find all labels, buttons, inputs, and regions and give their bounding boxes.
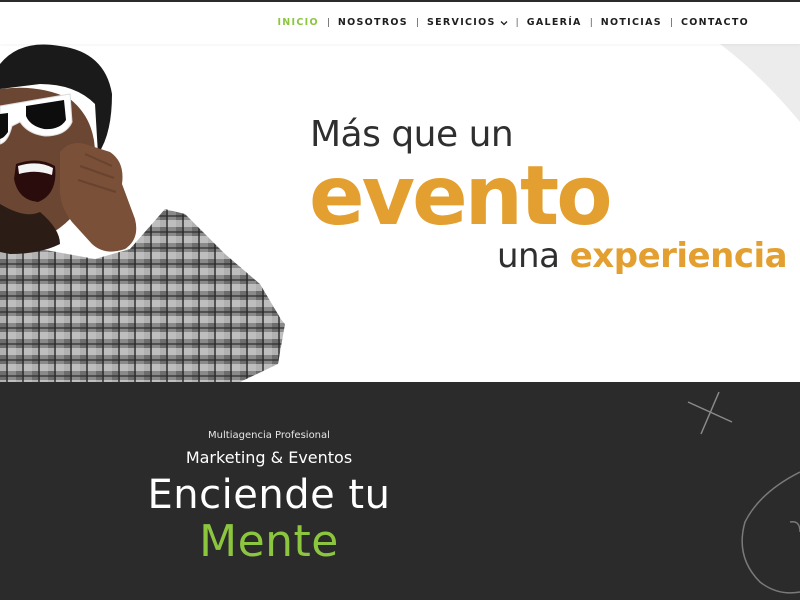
- section-headline-accent: Mente: [199, 516, 339, 567]
- nav-item-noticias[interactable]: NOTICIAS: [601, 17, 662, 28]
- nav-item-contacto[interactable]: CONTACTO: [681, 17, 749, 28]
- hero-tagline-experiencia: experiencia: [569, 236, 788, 276]
- nav-separator: |: [515, 17, 519, 28]
- hero-tagline-line3: una experiencia: [497, 236, 788, 276]
- nav-item-servicios-label: SERVICIOS: [427, 17, 496, 28]
- nav-separator: |: [415, 17, 419, 28]
- intro-section: Multiagencia Profesional Marketing & Eve…: [0, 382, 800, 600]
- nav-separator: |: [326, 17, 330, 28]
- hero-banner: Más que un evento una experiencia: [0, 44, 800, 382]
- site-header: INICIO | NOSOTROS | SERVICIOS | GALERÍA …: [0, 0, 800, 44]
- nav-item-galeria[interactable]: GALERÍA: [527, 17, 582, 28]
- main-nav: INICIO | NOSOTROS | SERVICIOS | GALERÍA …: [277, 17, 749, 28]
- section-kicker: Multiagencia Profesional: [208, 430, 330, 441]
- nav-item-servicios[interactable]: SERVICIOS: [427, 17, 508, 28]
- hero-tagline-una: una: [497, 236, 560, 276]
- nav-separator: |: [669, 17, 673, 28]
- hero-tagline-evento: evento: [309, 149, 613, 244]
- nav-separator: |: [589, 17, 593, 28]
- nav-item-nosotros[interactable]: NOSOTROS: [338, 17, 408, 28]
- nav-item-inicio[interactable]: INICIO: [277, 17, 318, 28]
- chevron-down-icon: [500, 20, 508, 25]
- section-headline: Enciende tu: [147, 472, 391, 518]
- hero-photo-man-shouting: [0, 44, 285, 382]
- corner-decoration: [720, 44, 800, 122]
- section-subtitle: Marketing & Eventos: [185, 448, 353, 467]
